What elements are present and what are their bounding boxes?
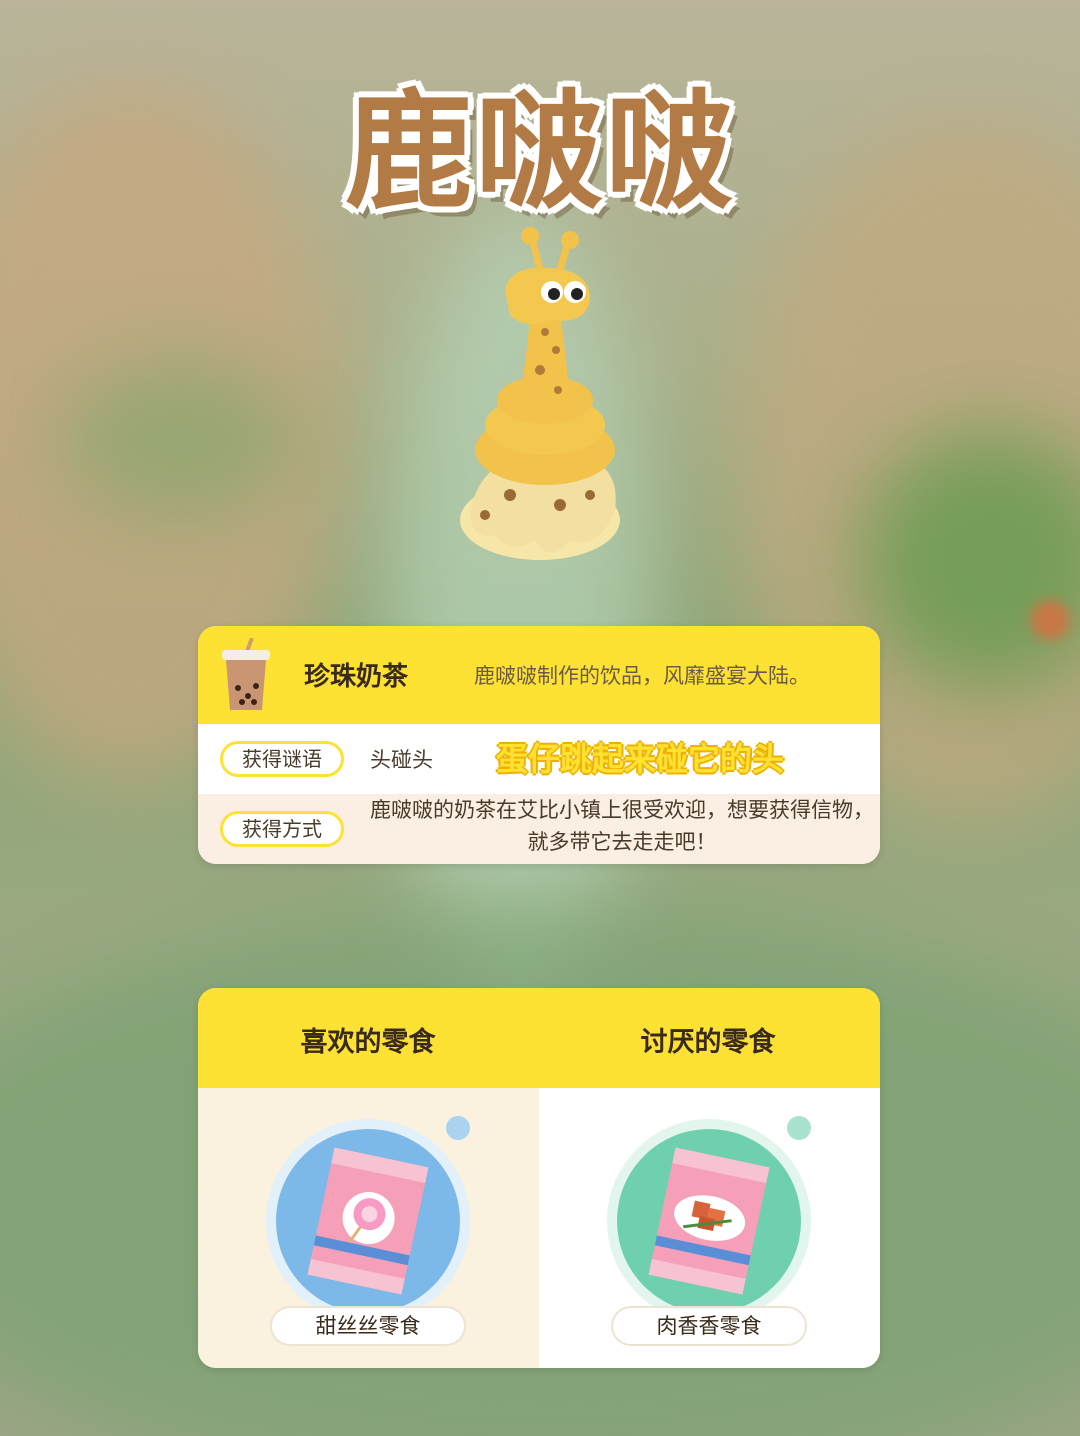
candy-snack-icon — [266, 1116, 470, 1323]
item-description: 鹿啵啵制作的饮品，风靡盛宴大陆。 — [474, 664, 810, 688]
bubble-tea-icon — [222, 638, 270, 710]
method-row: 获得方式 鹿啵啵的奶茶在艾比小镇上很受欢迎，想要获得信物，就多带它去走走吧！ — [198, 794, 880, 864]
meat-snack-icon — [607, 1116, 811, 1323]
page-title: 鹿啵啵 — [344, 78, 735, 227]
disliked-snack-name: 肉香香零食 — [611, 1306, 807, 1346]
riddle-text: 头碰头 — [370, 748, 433, 772]
riddle-label-pill: 获得谜语 — [220, 741, 344, 777]
item-name: 珍珠奶茶 — [304, 662, 409, 692]
giraffe-character-image — [460, 227, 620, 560]
item-info-card: 珍珠奶茶 鹿啵啵制作的饮品，风靡盛宴大陆。 获得谜语 头碰头 蛋仔跳起来碰它的头… — [198, 626, 880, 864]
liked-snack-panel: 甜丝丝零食 — [198, 1088, 539, 1368]
riddle-hint: 蛋仔跳起来碰它的头 — [496, 740, 785, 778]
item-header: 珍珠奶茶 鹿啵啵制作的饮品，风靡盛宴大陆。 — [198, 626, 880, 724]
method-label-pill: 获得方式 — [220, 811, 344, 847]
snack-preference-card: 喜欢的零食 讨厌的零食 甜丝丝零食 肉香香零食 — [198, 988, 880, 1368]
riddle-row: 获得谜语 头碰头 蛋仔跳起来碰它的头 — [198, 724, 880, 794]
liked-snack-title: 喜欢的零食 — [300, 1027, 436, 1058]
disliked-snack-panel: 肉香香零食 — [539, 1088, 880, 1368]
snack-header: 喜欢的零食 讨厌的零食 — [198, 988, 880, 1088]
liked-snack-name: 甜丝丝零食 — [270, 1306, 466, 1346]
method-text: 鹿啵啵的奶茶在艾比小镇上很受欢迎，想要获得信物，就多带它去走走吧！ — [370, 798, 874, 854]
disliked-snack-title: 讨厌的零食 — [640, 1027, 776, 1058]
